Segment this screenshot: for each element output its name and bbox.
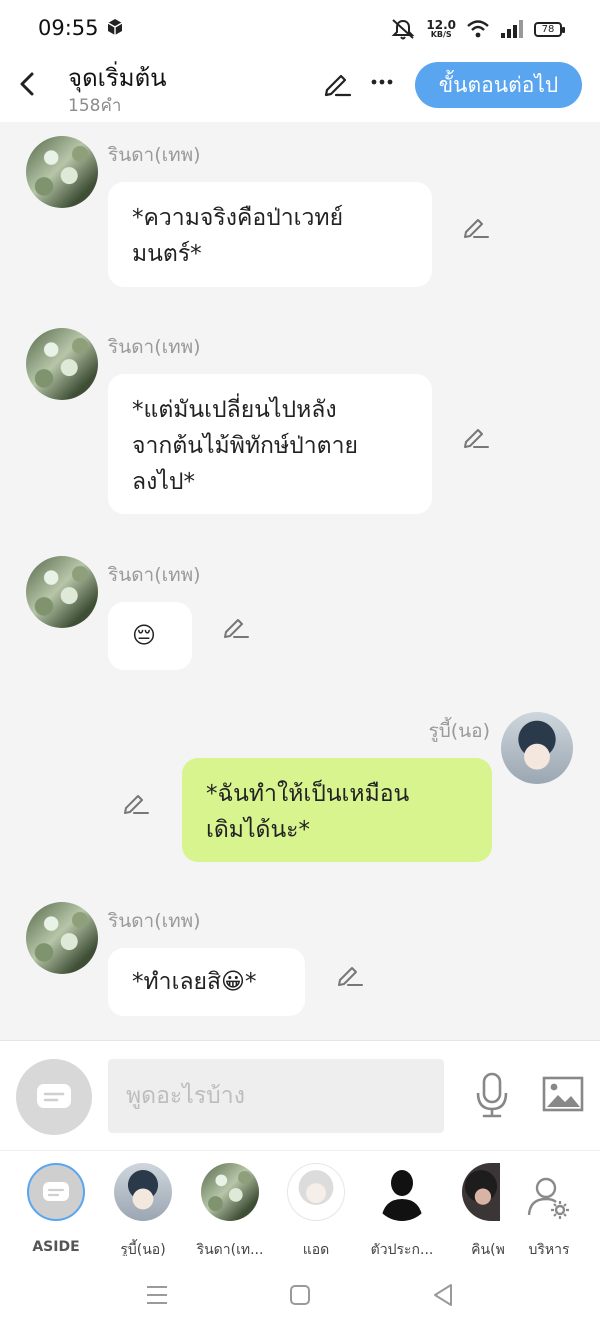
chat-header: จุดเริ่มต้น 158คำ ขั้นตอนต่อไป [0,56,600,122]
message-line: เดิมได้นะ* [206,817,311,843]
message-line: ลงไป* [132,469,195,495]
aside-avatar [27,1163,85,1221]
chat-message: รินดา(เทพ) *แต่มันเปลี่ยนไปหลัง จากต้นไม… [0,314,600,524]
message-line: 😔 [132,623,156,649]
edit-message-icon[interactable] [222,612,250,640]
message-bubble[interactable]: *ความจริงคือป่าเวทย์ มนตร์* [108,182,432,287]
status-indicators: 12.0 KB/S 78 [390,16,565,42]
sender-name: รูบี้(นอ) [428,720,491,742]
system-nav-bar [0,1256,600,1333]
avatar[interactable] [26,136,98,208]
more-icon[interactable] [368,68,396,96]
chat-message: รูบี้(นอ) *ฉันทำให้เป็นเหมือน เดิมได้นะ* [0,698,600,878]
character-rubi[interactable]: รูบี้(นอ) [100,1163,186,1258]
microphone-icon[interactable] [474,1071,510,1119]
person-settings-icon [527,1177,569,1219]
back-triangle-icon[interactable] [430,1282,456,1308]
chat-bubble-icon [37,1084,71,1108]
chat-bubble-icon [43,1182,69,1201]
avatar [201,1163,259,1221]
message-line: *ความจริงคือป่าเวทย์ [132,205,344,231]
status-time: 09:55 [38,16,99,40]
sender-name: รินดา(เทพ) [108,910,201,932]
character-aside[interactable]: ASIDE [13,1163,99,1255]
next-step-button[interactable]: ขั้นตอนต่อไป [415,62,582,108]
sender-name: รินดา(เทพ) [108,144,201,166]
menu-icon[interactable] [144,1282,170,1308]
edit-message-icon[interactable] [462,422,490,450]
pencil-icon[interactable] [322,68,352,98]
avatar [114,1163,172,1221]
net-speed: 12.0 KB/S [426,19,456,39]
composer-bar [0,1040,600,1150]
message-line: *ทำเลยสิ😀* [132,969,257,995]
avatar[interactable] [501,712,573,784]
character-bar: ASIDE รูบี้(นอ) รินดา(เท... แอด ตัวประก.… [0,1150,600,1258]
avatar [287,1163,345,1221]
chat-message: รินดา(เทพ) 😔 [0,542,600,682]
chat-message: รินดา(เทพ) *ความจริงคือป่าเวทย์ มนตร์* [0,122,600,302]
chat-area[interactable]: รินดา(เทพ) *ความจริงคือป่าเวทย์ มนตร์* ร… [0,122,600,1040]
message-input[interactable] [108,1059,444,1133]
edit-message-icon[interactable] [336,960,364,988]
message-line: มนตร์* [132,241,202,267]
image-icon[interactable] [542,1075,584,1113]
edit-message-icon[interactable] [122,788,150,816]
silhouette-icon [381,1170,423,1221]
message-line: *แต่มันเปลี่ยนไปหลัง [132,397,337,423]
avatar[interactable] [26,556,98,628]
avatar [462,1163,500,1221]
character-extra[interactable]: ตัวประก... [359,1163,445,1258]
back-icon[interactable] [14,66,42,102]
sender-name: รินดา(เทพ) [108,336,201,358]
edit-message-icon[interactable] [462,212,490,240]
chat-message: รินดา(เทพ) *ทำเลยสิ😀* [0,888,600,1028]
aside-toggle-button[interactable] [16,1059,92,1135]
word-count: 158คำ [68,96,122,116]
character-ad[interactable]: แอด [273,1163,359,1258]
mute-icon [391,19,415,40]
avatar [373,1163,431,1221]
message-bubble[interactable]: *ทำเลยสิ😀* [108,948,305,1016]
message-bubble[interactable]: 😔 [108,602,192,670]
cube-icon [107,19,123,35]
signal-icon [501,20,523,38]
message-bubble[interactable]: *ฉันทำให้เป็นเหมือน เดิมได้นะ* [182,758,492,862]
sender-name: รินดา(เทพ) [108,564,201,586]
avatar[interactable] [26,902,98,974]
home-icon[interactable] [287,1282,313,1308]
character-label: ASIDE [32,1239,80,1255]
character-rinda[interactable]: รินดา(เท... [187,1163,273,1258]
message-line: จากต้นไม้พิทักษ์ป่าตาย [132,433,358,459]
message-bubble[interactable]: *แต่มันเปลี่ยนไปหลัง จากต้นไม้พิทักษ์ป่า… [108,374,432,514]
battery-icon: 78 [534,21,565,37]
manage-characters[interactable]: บริหาร [506,1163,592,1258]
wifi-icon [467,20,489,38]
message-line: *ฉันทำให้เป็นเหมือน [206,781,410,807]
net-speed-unit: KB/S [430,30,452,39]
avatar[interactable] [26,328,98,400]
status-bar: 09:55 12.0 KB/S 78 [0,0,600,56]
battery-level: 78 [541,23,555,35]
